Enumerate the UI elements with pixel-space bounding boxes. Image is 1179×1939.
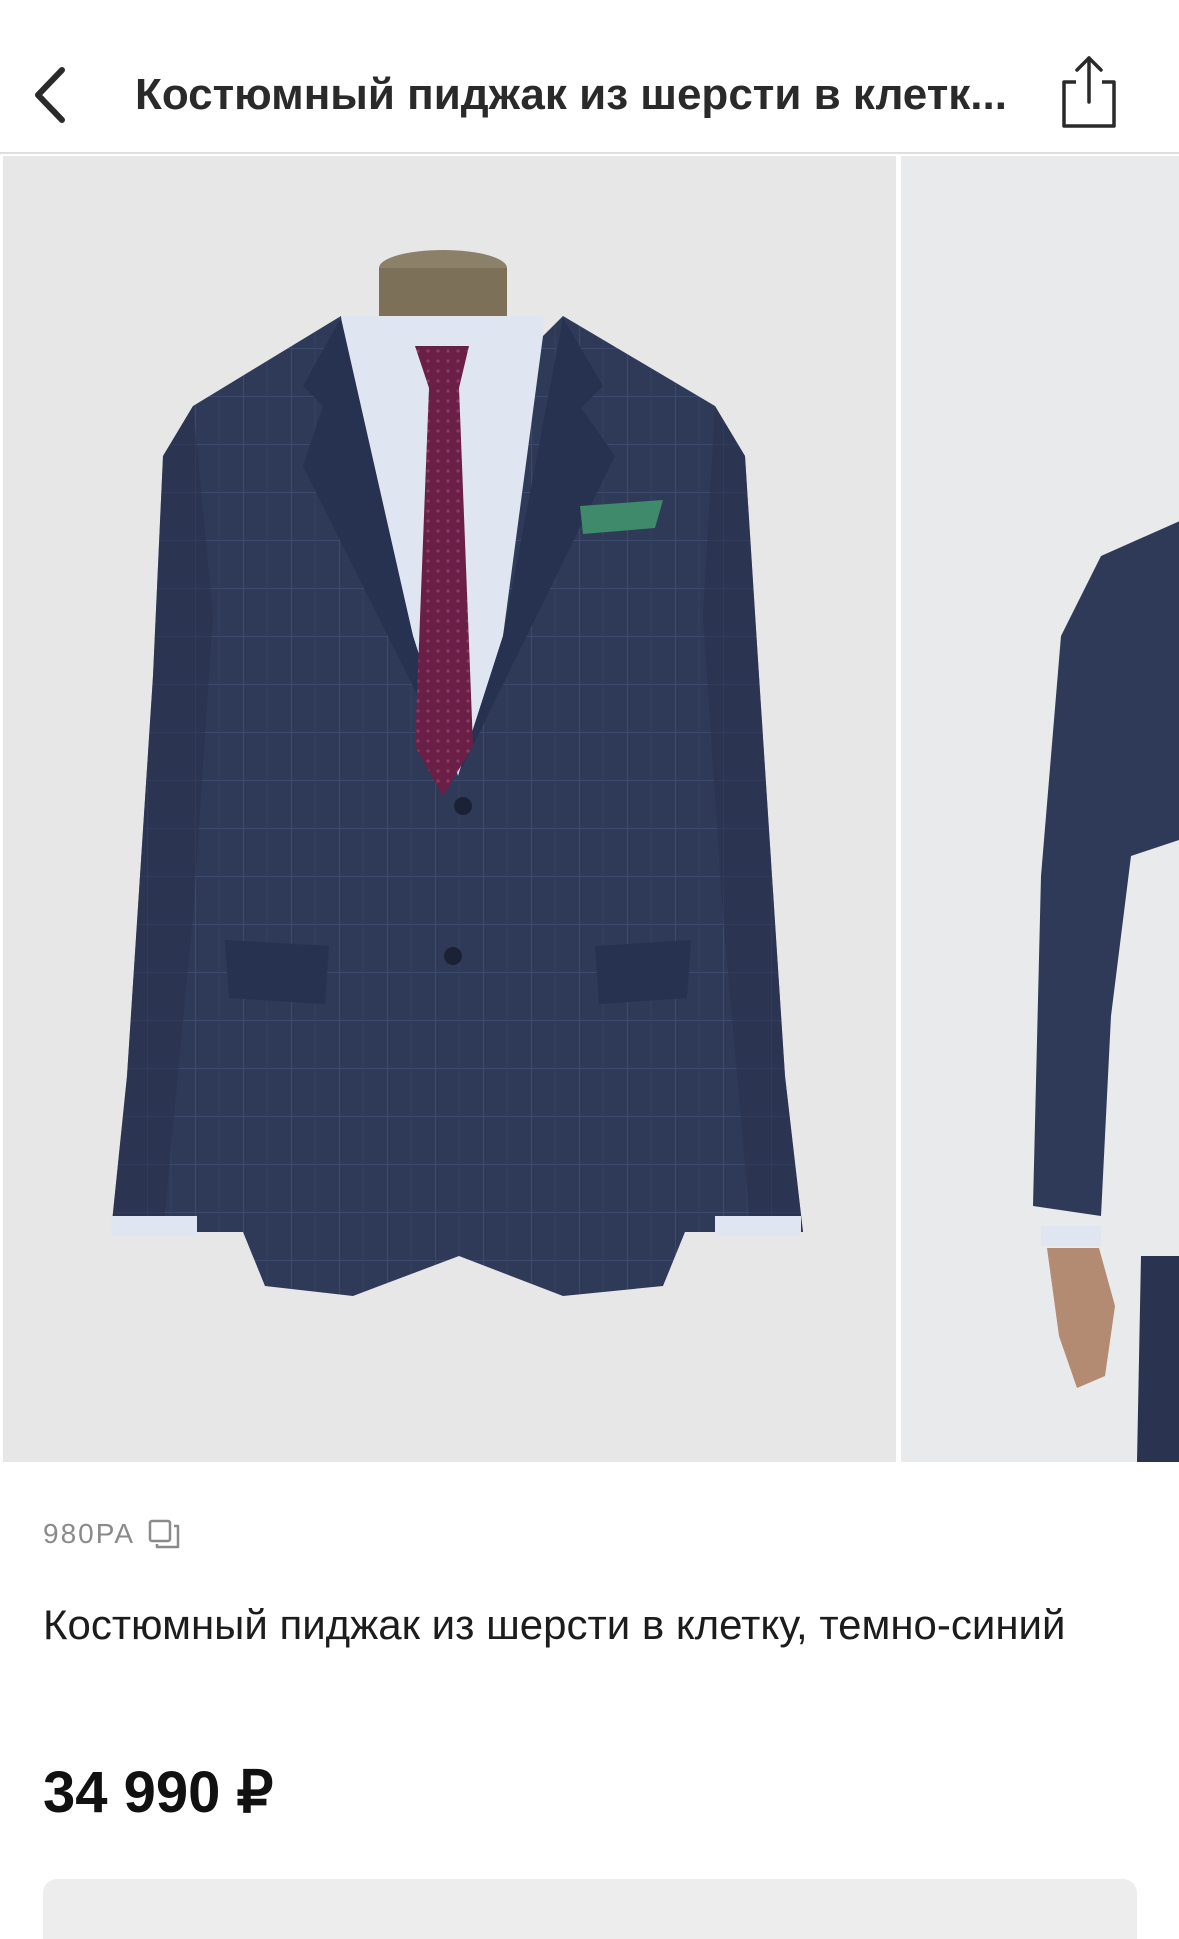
size-selector-button[interactable] [43, 1879, 1137, 1939]
share-button[interactable] [1056, 52, 1122, 134]
sku-row: 980PA [43, 1517, 181, 1551]
top-navigation-bar: Костюмный пиджак из шерсти в клетк... [0, 0, 1179, 154]
product-image-mannequin[interactable] [3, 156, 896, 1462]
product-name: Костюмный пиджак из шерсти в клетку, тем… [43, 1601, 1066, 1648]
sku-code: 980PA [43, 1518, 135, 1549]
copy-icon[interactable] [147, 1518, 181, 1550]
back-button[interactable] [22, 56, 86, 134]
jacket-model-illustration [1033, 521, 1179, 1462]
page-title: Костюмный пиджак из шерсти в клетк... [135, 70, 1007, 119]
chevron-left-icon [35, 67, 65, 123]
product-image-carousel[interactable] [0, 156, 1179, 1462]
product-image-model[interactable] [901, 156, 1179, 1462]
product-price: 34 990 ₽ [43, 1760, 274, 1825]
jacket-mannequin-illustration [111, 250, 803, 1296]
share-icon [1062, 56, 1116, 128]
